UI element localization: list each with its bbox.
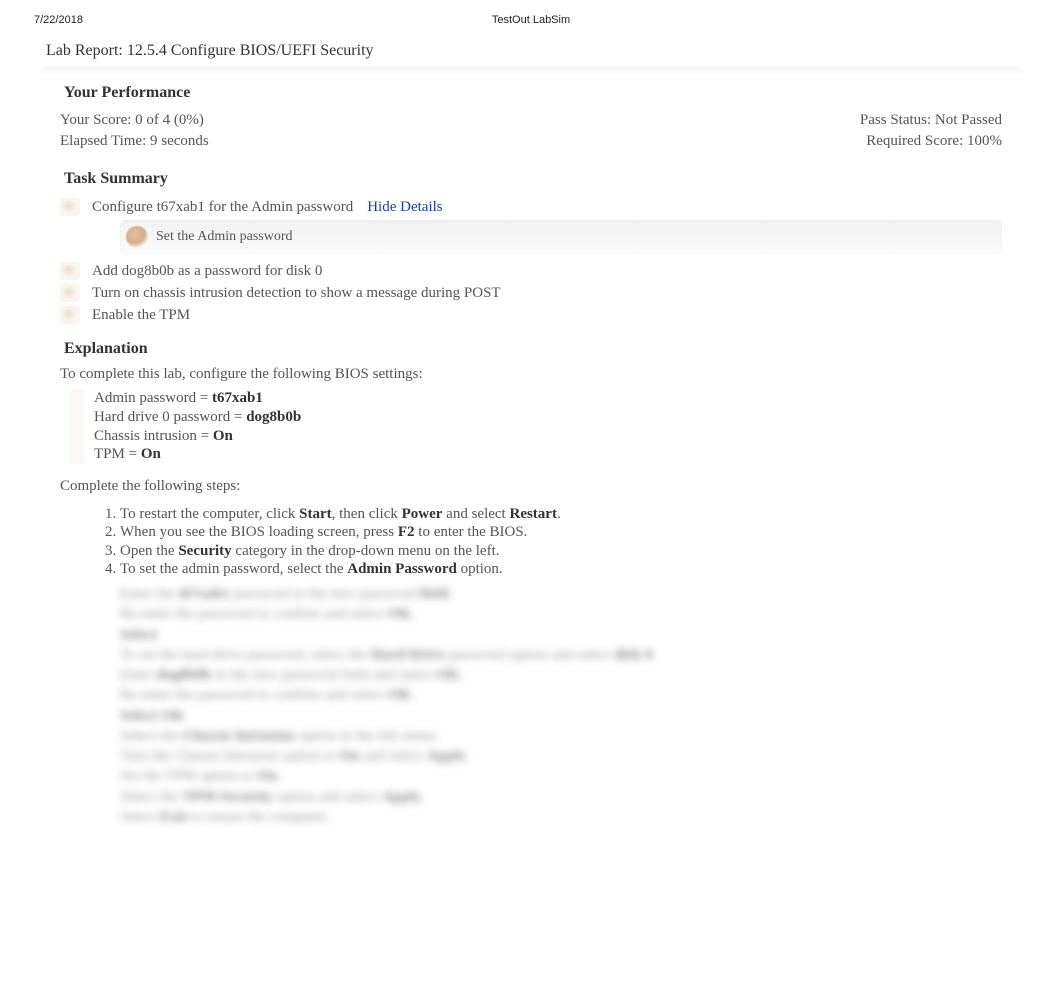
subtask-bar: Set the Admin password bbox=[120, 220, 1002, 254]
report-panel: Your Performance Your Score: 0 of 4 (0%)… bbox=[40, 66, 1022, 847]
score-label: Your Score: 0 of 4 (0%) bbox=[60, 112, 204, 129]
settings-block: Admin password = t67xab1 Hard drive 0 pa… bbox=[90, 389, 1002, 464]
page: 7/22/2018 TestOut LabSim Lab Report: 12.… bbox=[0, 0, 1062, 1001]
required-score: Required Score: 100% bbox=[866, 133, 1002, 150]
setting-value: dog8b0b bbox=[246, 409, 301, 425]
step-bold: Power bbox=[402, 506, 443, 522]
task-text: Configure t67xab1 for the Admin password bbox=[92, 199, 353, 216]
explanation-heading: Explanation bbox=[64, 340, 1002, 358]
step-text: category in the drop-down menu on the le… bbox=[232, 543, 500, 559]
setting-label: Hard drive 0 password = bbox=[94, 409, 246, 425]
setting-chassis: Chassis intrusion = On bbox=[94, 427, 1002, 446]
pass-status: Pass Status: Not Passed bbox=[860, 112, 1002, 129]
setting-hd-password: Hard drive 0 password = dog8b0b bbox=[94, 408, 1002, 427]
task-text: Enable the TPM bbox=[92, 307, 190, 324]
task-row-1: Configure t67xab1 for the Admin password… bbox=[60, 196, 1002, 218]
setting-label: TPM = bbox=[94, 446, 141, 462]
setting-value: On bbox=[213, 428, 233, 444]
step-text: When you see the BIOS loading screen, pr… bbox=[120, 524, 398, 540]
performance-row-1: Your Score: 0 of 4 (0%) Pass Status: Not… bbox=[60, 110, 1002, 131]
steps-intro: Complete the following steps: bbox=[60, 478, 1002, 495]
step-bold: Restart bbox=[509, 506, 556, 522]
task-list: Configure t67xab1 for the Admin password… bbox=[60, 196, 1002, 326]
status-icon bbox=[60, 198, 80, 216]
performance-heading: Your Performance bbox=[64, 84, 1002, 102]
status-icon bbox=[60, 306, 80, 324]
header-date: 7/22/2018 bbox=[34, 14, 83, 26]
setting-tpm: TPM = On bbox=[94, 445, 1002, 464]
step-bold: F2 bbox=[398, 524, 415, 540]
setting-label: Chassis intrusion = bbox=[94, 428, 213, 444]
task-text: Turn on chassis intrusion detection to s… bbox=[92, 285, 501, 302]
step-text: To set the admin password, select the bbox=[120, 561, 347, 577]
explanation-intro: To complete this lab, configure the foll… bbox=[60, 366, 1002, 383]
setting-admin-password: Admin password = t67xab1 bbox=[94, 389, 1002, 408]
subtask-text: Set the Admin password bbox=[156, 229, 293, 245]
step-1: To restart the computer, click Start, th… bbox=[120, 505, 1002, 523]
hide-details-link[interactable]: Hide Details bbox=[367, 199, 442, 216]
step-text: Open the bbox=[120, 543, 178, 559]
steps-list: To restart the computer, click Start, th… bbox=[120, 505, 1002, 578]
setting-value: t67xab1 bbox=[212, 390, 263, 406]
report-title: Lab Report: 12.5.4 Configure BIOS/UEFI S… bbox=[0, 26, 1062, 66]
step-text: . bbox=[557, 506, 561, 522]
elapsed-time: Elapsed Time: 9 seconds bbox=[60, 133, 209, 150]
step-3: Open the Security category in the drop-d… bbox=[120, 542, 1002, 560]
status-icon bbox=[60, 262, 80, 280]
status-icon bbox=[60, 284, 80, 302]
task-summary-heading: Task Summary bbox=[64, 170, 1002, 188]
step-2: When you see the BIOS loading screen, pr… bbox=[120, 523, 1002, 541]
task-text: Add dog8b0b as a password for disk 0 bbox=[92, 263, 322, 280]
header-app-name: TestOut LabSim bbox=[492, 14, 570, 26]
step-bold: Security bbox=[178, 543, 231, 559]
task-row-4: Enable the TPM bbox=[60, 304, 1002, 326]
step-text: option. bbox=[457, 561, 503, 577]
step-bold: Start bbox=[299, 506, 332, 522]
step-text: to enter the BIOS. bbox=[415, 524, 528, 540]
task-row-3: Turn on chassis intrusion detection to s… bbox=[60, 282, 1002, 304]
status-icon bbox=[126, 226, 148, 248]
obscured-content: Enter the t67xab1 password in the new pa… bbox=[120, 584, 1002, 827]
setting-value: On bbox=[141, 446, 161, 462]
step-bold: Admin Password bbox=[347, 561, 457, 577]
setting-label: Admin password = bbox=[94, 390, 212, 406]
step-4: To set the admin password, select the Ad… bbox=[120, 560, 1002, 578]
task-row-2: Add dog8b0b as a password for disk 0 bbox=[60, 260, 1002, 282]
performance-row-2: Elapsed Time: 9 seconds Required Score: … bbox=[60, 131, 1002, 152]
step-text: To restart the computer, click bbox=[120, 506, 299, 522]
step-text: , then click bbox=[332, 506, 402, 522]
step-text: and select bbox=[442, 506, 509, 522]
